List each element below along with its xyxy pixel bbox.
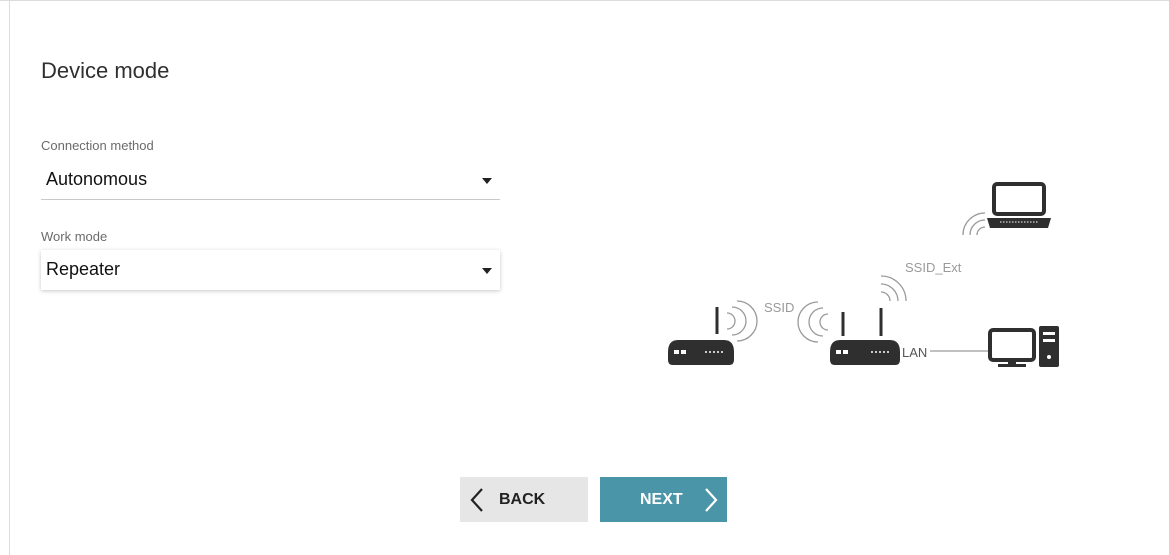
back-button[interactable]: BACK bbox=[460, 477, 588, 522]
chevron-down-icon bbox=[482, 268, 492, 274]
connection-method-select[interactable]: Autonomous bbox=[41, 160, 500, 200]
wifi-waves-icon bbox=[962, 212, 986, 236]
source-router-icon bbox=[668, 307, 734, 365]
connection-method-label: Connection method bbox=[41, 138, 154, 153]
work-mode-label: Work mode bbox=[41, 229, 108, 244]
lan-label: LAN bbox=[902, 345, 927, 360]
wifi-waves-icon bbox=[726, 300, 758, 342]
work-mode-select[interactable]: Repeater bbox=[41, 250, 500, 290]
wifi-waves-icon bbox=[880, 275, 907, 302]
chevron-left-icon bbox=[470, 488, 483, 512]
ssid-ext-label: SSID_Ext bbox=[905, 260, 962, 275]
ssid-label: SSID bbox=[764, 300, 794, 315]
laptop-icon bbox=[987, 182, 1051, 228]
next-button-label: NEXT bbox=[640, 491, 683, 508]
repeater-router-icon bbox=[830, 308, 900, 365]
wifi-waves-icon bbox=[797, 301, 829, 343]
connection-method-value: Autonomous bbox=[46, 169, 148, 189]
left-border bbox=[9, 0, 10, 555]
chevron-down-icon bbox=[482, 178, 492, 184]
repeater-diagram: SSID SSID_Ext LAN bbox=[668, 182, 1059, 367]
chevron-right-icon bbox=[705, 488, 718, 512]
top-border bbox=[0, 0, 1169, 1]
page-title: Device mode bbox=[41, 58, 170, 83]
next-button[interactable]: NEXT bbox=[600, 477, 727, 522]
back-button-label: BACK bbox=[499, 491, 546, 508]
work-mode-value: Repeater bbox=[46, 259, 121, 279]
desktop-computer-icon bbox=[988, 326, 1059, 367]
